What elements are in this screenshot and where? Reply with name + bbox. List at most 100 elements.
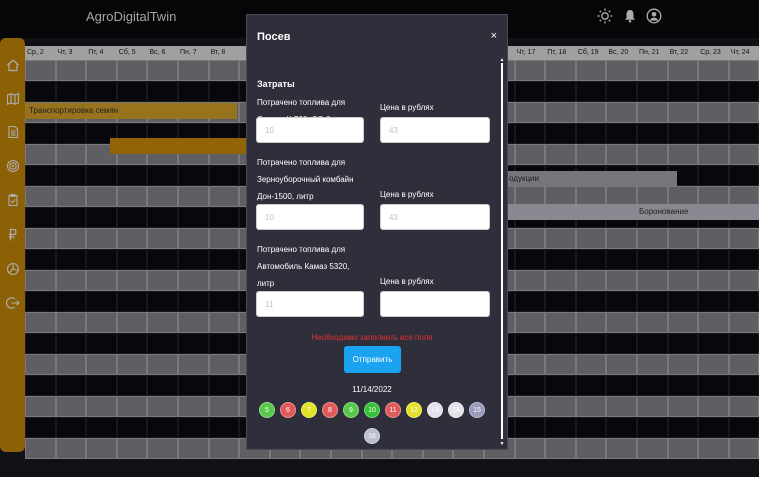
calendar-cell[interactable] [729, 229, 759, 248]
calendar-cell[interactable] [209, 439, 239, 458]
calendar-cell[interactable] [729, 271, 759, 290]
calendar-cell[interactable] [26, 376, 55, 395]
calendar-cell[interactable] [117, 61, 147, 80]
calendar-cell[interactable] [576, 334, 606, 353]
calendar-cell[interactable] [546, 439, 575, 458]
calendar-cell[interactable] [117, 292, 147, 311]
calendar-cell[interactable] [607, 397, 636, 416]
calendar-cell[interactable] [699, 334, 728, 353]
calendar-cell[interactable] [515, 397, 545, 416]
calendar-cell[interactable] [515, 103, 545, 122]
calendar-cell[interactable] [699, 355, 728, 374]
calendar-cell[interactable] [87, 397, 116, 416]
user-icon[interactable] [646, 8, 662, 24]
task-bar-transport[interactable]: Транспортировка семян [25, 103, 237, 119]
calendar-cell[interactable] [515, 439, 545, 458]
calendar-cell[interactable] [607, 229, 636, 248]
calendar-cell[interactable] [117, 355, 147, 374]
calendar-cell[interactable] [179, 292, 208, 311]
calendar-cell[interactable] [26, 208, 55, 227]
calendar-cell[interactable] [179, 229, 208, 248]
calendar-cell[interactable] [148, 250, 177, 269]
calendar-cell[interactable] [668, 271, 698, 290]
day-dot[interactable]: 7 [301, 402, 317, 418]
calendar-cell[interactable] [699, 61, 728, 80]
calendar-cell[interactable] [117, 397, 147, 416]
calendar-cell[interactable] [515, 61, 545, 80]
calendar-cell[interactable] [638, 250, 667, 269]
day-dot[interactable]: 12 [406, 402, 422, 418]
calendar-cell[interactable] [668, 439, 698, 458]
calendar-cell[interactable] [148, 166, 177, 185]
day-dot[interactable]: 13 [427, 402, 443, 418]
calendar-cell[interactable] [56, 166, 86, 185]
calendar-cell[interactable] [607, 250, 636, 269]
calendar-cell[interactable] [209, 187, 239, 206]
price-input-truck[interactable] [380, 291, 490, 317]
logout-icon[interactable] [6, 296, 20, 310]
calendar-cell[interactable] [515, 418, 545, 437]
calendar-cell[interactable] [607, 271, 636, 290]
calendar-cell[interactable] [117, 166, 147, 185]
calendar-cell[interactable] [56, 187, 86, 206]
calendar-cell[interactable] [729, 61, 759, 80]
calendar-cell[interactable] [638, 103, 667, 122]
calendar-cell[interactable] [26, 166, 55, 185]
scroll-thumb[interactable] [501, 63, 503, 439]
calendar-cell[interactable] [56, 397, 86, 416]
calendar-cell[interactable] [515, 124, 545, 143]
calendar-cell[interactable] [179, 418, 208, 437]
calendar-cell[interactable] [729, 292, 759, 311]
calendar-cell[interactable] [607, 313, 636, 332]
calendar-cell[interactable] [87, 61, 116, 80]
calendar-cell[interactable] [729, 313, 759, 332]
calendar-cell[interactable] [179, 271, 208, 290]
calendar-cell[interactable] [56, 124, 86, 143]
calendar-cell[interactable] [546, 103, 575, 122]
calendar-cell[interactable] [638, 61, 667, 80]
calendar-cell[interactable] [699, 166, 728, 185]
calendar-cell[interactable] [546, 397, 575, 416]
calendar-cell[interactable] [515, 271, 545, 290]
calendar-cell[interactable] [117, 376, 147, 395]
sun-icon[interactable] [597, 8, 613, 24]
calendar-cell[interactable] [576, 145, 606, 164]
calendar-cell[interactable] [209, 376, 239, 395]
calendar-cell[interactable] [209, 229, 239, 248]
calendar-cell[interactable] [729, 439, 759, 458]
calendar-cell[interactable] [607, 82, 636, 101]
calendar-cell[interactable] [546, 313, 575, 332]
calendar-cell[interactable] [576, 250, 606, 269]
calendar-cell[interactable] [699, 145, 728, 164]
ruble-icon[interactable] [6, 228, 20, 242]
calendar-cell[interactable] [668, 313, 698, 332]
task-bar-products[interactable]: одукции [505, 171, 677, 187]
calendar-cell[interactable] [87, 292, 116, 311]
calendar-cell[interactable] [546, 124, 575, 143]
calendar-cell[interactable] [576, 103, 606, 122]
calendar-cell[interactable] [576, 397, 606, 416]
calendar-cell[interactable] [546, 334, 575, 353]
calendar-cell[interactable] [148, 229, 177, 248]
calendar-cell[interactable] [729, 418, 759, 437]
calendar-cell[interactable] [638, 292, 667, 311]
calendar-cell[interactable] [179, 376, 208, 395]
calendar-cell[interactable] [179, 355, 208, 374]
calendar-cell[interactable] [209, 292, 239, 311]
calendar-cell[interactable] [729, 334, 759, 353]
fuel-input-truck[interactable] [256, 291, 364, 317]
calendar-cell[interactable] [148, 418, 177, 437]
calendar-cell[interactable] [87, 313, 116, 332]
calendar-cell[interactable] [668, 124, 698, 143]
calendar-cell[interactable] [699, 103, 728, 122]
calendar-cell[interactable] [117, 250, 147, 269]
calendar-cell[interactable] [638, 334, 667, 353]
calendar-cell[interactable] [515, 229, 545, 248]
calendar-cell[interactable] [87, 334, 116, 353]
calendar-cell[interactable] [638, 376, 667, 395]
calendar-cell[interactable] [729, 82, 759, 101]
calendar-cell[interactable] [699, 292, 728, 311]
calendar-cell[interactable] [117, 418, 147, 437]
calendar-cell[interactable] [26, 355, 55, 374]
calendar-cell[interactable] [607, 376, 636, 395]
